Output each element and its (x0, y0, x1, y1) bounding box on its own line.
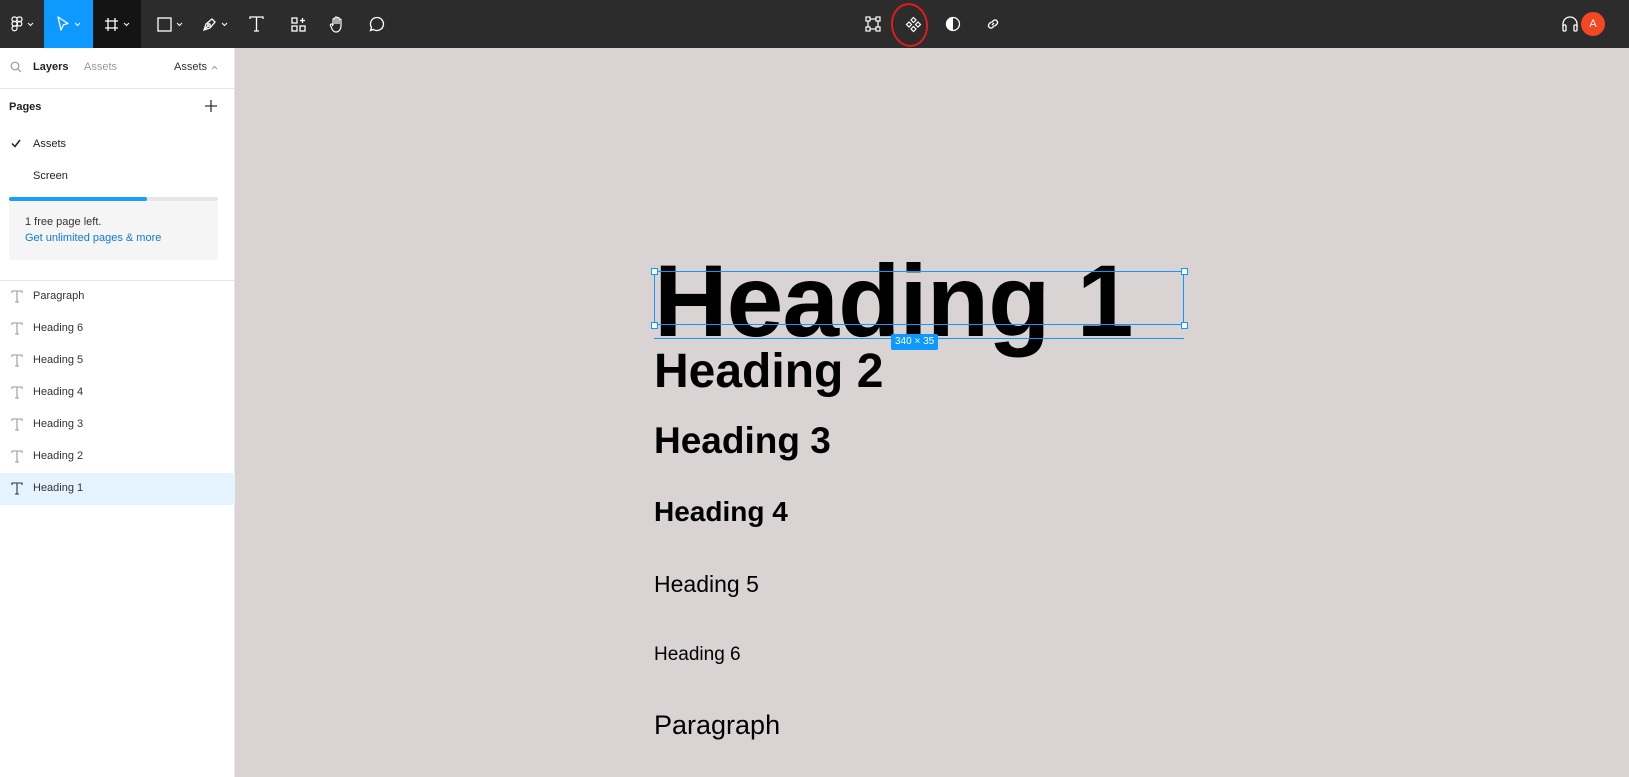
plus-icon (204, 100, 218, 116)
paragraph-text[interactable]: Paragraph (654, 712, 780, 739)
mask-button[interactable] (938, 0, 968, 48)
component-icon (905, 16, 922, 33)
link-icon (985, 16, 1001, 32)
text-layer-icon (11, 418, 23, 434)
frame-icon (104, 17, 119, 32)
layer-item-heading-1[interactable]: Heading 1 (0, 473, 235, 505)
layer-item-paragraph[interactable]: Paragraph (0, 281, 235, 313)
layer-name: Heading 1 (33, 482, 84, 494)
create-component-button[interactable] (898, 0, 928, 48)
panel-tabs: Layers Assets Assets (0, 48, 234, 89)
page-item-screen[interactable]: Screen (0, 161, 234, 193)
toolbar: A (0, 0, 1629, 50)
upsell-box: 1 free page left. Get unlimited pages & … (9, 201, 218, 260)
upgrade-link[interactable]: Get unlimited pages & more (25, 230, 202, 246)
tab-assets[interactable]: Assets (84, 61, 117, 73)
hand-tool-button[interactable] (322, 0, 352, 48)
text-layer-icon (11, 322, 23, 338)
edit-object-icon (865, 16, 881, 32)
text-layer-icon (11, 386, 23, 402)
avatar[interactable]: A (1581, 12, 1605, 36)
heading-3-text[interactable]: Heading 3 (654, 422, 831, 459)
text-layer-icon (11, 354, 23, 370)
upsell-message: 1 free page left. (25, 216, 102, 228)
layer-name: Heading 4 (33, 386, 84, 398)
text-icon (248, 16, 264, 32)
check-icon (11, 139, 21, 151)
rectangle-icon (157, 16, 172, 32)
headphones-icon (1561, 16, 1579, 32)
add-page-button[interactable] (204, 99, 218, 116)
layer-item-heading-6[interactable]: Heading 6 (0, 313, 235, 345)
heading-6-text[interactable]: Heading 6 (654, 645, 741, 664)
resize-handle-bottom-left[interactable] (651, 322, 658, 329)
link-button[interactable] (978, 0, 1008, 48)
heading-4-text[interactable]: Heading 4 (654, 498, 788, 526)
layer-name: Heading 6 (33, 322, 84, 334)
text-layer-icon (11, 482, 23, 498)
canvas[interactable]: Heading 1 Heading 2 Heading 3 Heading 4 … (235, 48, 1629, 777)
comment-icon (369, 16, 385, 32)
chevron-up-icon (211, 61, 218, 73)
layer-name: Paragraph (33, 290, 85, 302)
pages-title: Pages (9, 101, 42, 113)
search-icon[interactable] (10, 61, 22, 76)
resources-icon (290, 16, 306, 32)
layer-name: Heading 3 (33, 418, 84, 430)
layers-list: Paragraph Heading 6 Heading 5 Heading 4 … (0, 281, 235, 505)
main-menu-button[interactable] (0, 0, 44, 48)
resize-handle-top-right[interactable] (1181, 268, 1188, 275)
pages-header: Pages (0, 89, 234, 129)
page-name: Screen (33, 170, 68, 182)
frame-tool-button[interactable] (93, 0, 141, 48)
resources-tool-button[interactable] (283, 0, 313, 48)
hand-icon (329, 15, 345, 33)
cursor-icon (56, 16, 70, 32)
left-panel: Layers Assets Assets Pages Assets Screen… (0, 48, 235, 777)
layer-name: Heading 2 (33, 450, 84, 462)
mask-icon (945, 16, 961, 32)
text-tool-button[interactable] (242, 0, 270, 48)
page-selector-label: Assets (173, 61, 207, 73)
comment-tool-button[interactable] (362, 0, 392, 48)
text-layer-icon (11, 450, 23, 466)
chevron-down-icon (27, 22, 34, 27)
resize-handle-top-left[interactable] (651, 268, 658, 275)
chevron-down-icon (74, 22, 81, 27)
text-layer-icon (11, 290, 23, 306)
chevron-down-icon (176, 22, 183, 27)
edit-object-button[interactable] (858, 0, 888, 48)
layer-item-heading-2[interactable]: Heading 2 (0, 441, 235, 473)
chevron-down-icon (123, 22, 130, 27)
dimensions-badge: 340 × 35 (891, 334, 939, 350)
layer-name: Heading 5 (33, 354, 84, 366)
layer-item-heading-5[interactable]: Heading 5 (0, 345, 235, 377)
page-item-assets[interactable]: Assets (0, 129, 234, 161)
resize-handle-bottom-right[interactable] (1181, 322, 1188, 329)
tab-layers[interactable]: Layers (33, 61, 68, 73)
layer-item-heading-3[interactable]: Heading 3 (0, 409, 235, 441)
pen-tool-button[interactable] (195, 0, 235, 48)
heading-5-text[interactable]: Heading 5 (654, 573, 759, 596)
layer-item-heading-4[interactable]: Heading 4 (0, 377, 235, 409)
shape-tool-button[interactable] (150, 0, 190, 48)
chevron-down-icon (221, 22, 228, 27)
page-selector-dropdown[interactable]: Assets (174, 61, 218, 73)
heading-2-text[interactable]: Heading 2 (654, 348, 883, 396)
pen-icon (202, 17, 217, 32)
page-name: Assets (33, 138, 67, 150)
move-tool-button[interactable] (44, 0, 93, 48)
figma-logo-icon (10, 16, 23, 32)
